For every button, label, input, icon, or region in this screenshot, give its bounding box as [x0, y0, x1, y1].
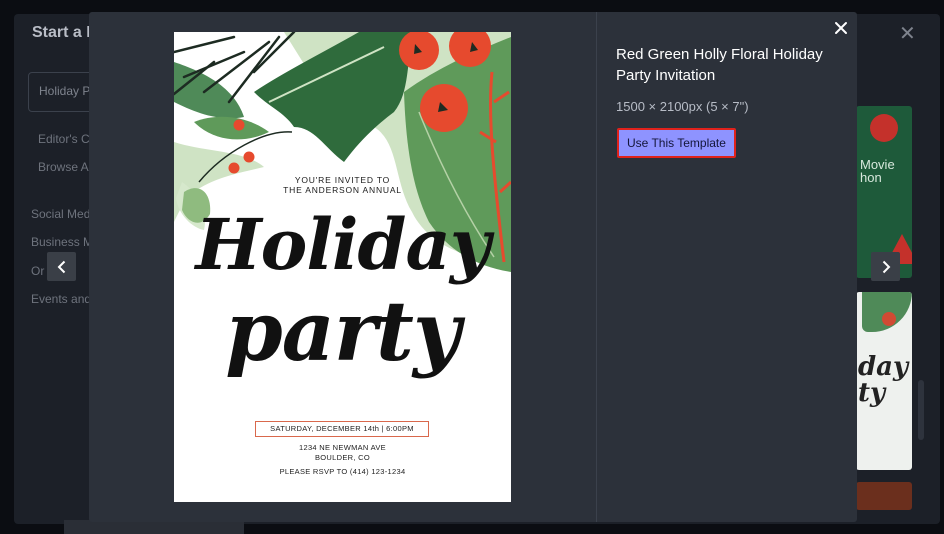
template-title: Red Green Holly Floral Holiday Party Inv…	[616, 46, 823, 84]
invite-address-2: BOULDER, CO	[315, 453, 370, 462]
close-icon	[835, 22, 847, 34]
background-close-icon[interactable]: ✕	[899, 24, 916, 44]
sidebar-item-browse[interactable]: Browse A	[38, 160, 89, 174]
sidebar-item-business[interactable]: Business M	[31, 235, 93, 249]
background-search-value: Holiday P	[39, 84, 91, 98]
ornament-icon	[870, 114, 898, 142]
template-preview-modal: YOU'RE INVITED TO THE ANDERSON ANNUAL Ho…	[89, 12, 857, 522]
previous-template-button[interactable]	[47, 252, 76, 281]
invite-address-1: 1234 NE NEWMAN AVE	[299, 443, 386, 452]
modal-close-button[interactable]	[833, 20, 849, 36]
invite-script-holiday: Holiday	[195, 203, 491, 286]
invite-date: SATURDAY, DECEMBER 14th | 6:00PM	[255, 421, 429, 437]
background-scrollbar[interactable]	[918, 380, 924, 440]
background-footer	[64, 520, 244, 534]
sidebar-item-social[interactable]: Social Med	[31, 207, 90, 221]
modal-divider	[596, 12, 597, 522]
invite-script-party: party	[225, 284, 460, 380]
background-template-card[interactable]	[856, 482, 912, 510]
background-template-card[interactable]: day ty	[856, 292, 912, 470]
berry-icon	[882, 312, 896, 326]
invite-rsvp: PLEASE RSVP TO (414) 123-1234	[279, 467, 406, 476]
background-card-text: Movie hon	[860, 157, 895, 185]
use-this-template-button[interactable]: Use This Template	[617, 128, 736, 158]
background-template-grid: Movie hon day ty	[856, 96, 916, 516]
background-card-text: day ty	[858, 352, 909, 408]
invite-line-2: THE ANDERSON ANNUAL	[283, 185, 402, 195]
background-title: Start a D	[32, 24, 98, 41]
chevron-right-icon	[882, 260, 890, 273]
next-template-button[interactable]	[871, 252, 900, 281]
sidebar-item-events[interactable]: Events and	[31, 292, 91, 306]
invite-line-1: YOU'RE INVITED TO	[294, 175, 391, 185]
invitation-preview: YOU'RE INVITED TO THE ANDERSON ANNUAL Ho…	[174, 32, 511, 502]
chevron-left-icon	[57, 260, 65, 273]
sidebar-item-editors[interactable]: Editor's C	[38, 132, 90, 146]
template-dimensions: 1500 × 2100px (5 × 7")	[616, 99, 749, 114]
